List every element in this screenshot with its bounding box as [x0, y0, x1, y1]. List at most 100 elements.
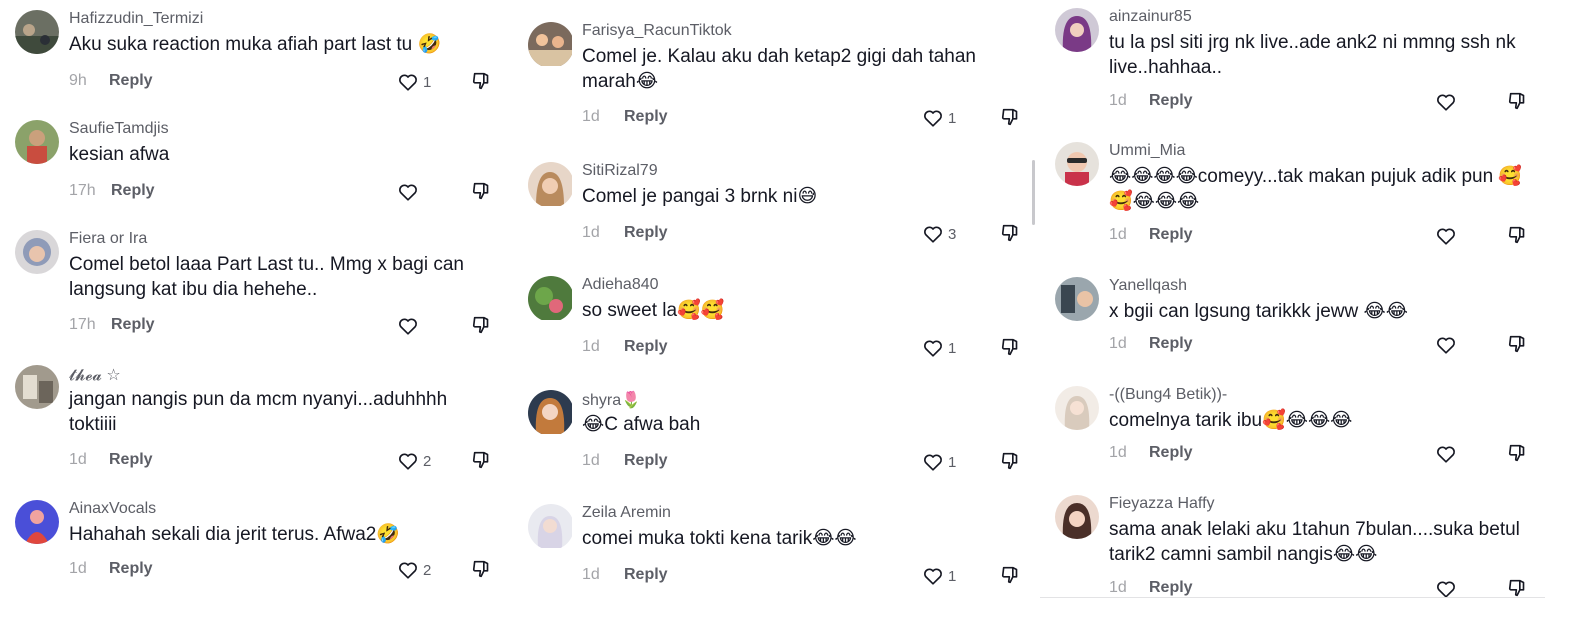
dislike-button[interactable]: [471, 314, 493, 336]
like-button[interactable]: 1: [922, 564, 956, 588]
scrollbar-thumb[interactable]: [1032, 160, 1035, 225]
dislike-button[interactable]: [1000, 222, 1022, 244]
reply-button[interactable]: Reply: [624, 224, 668, 242]
user-avatar[interactable]: [528, 22, 574, 68]
reply-button[interactable]: Reply: [111, 316, 155, 334]
like-button[interactable]: 2: [397, 449, 431, 473]
reply-button[interactable]: Reply: [624, 108, 668, 126]
like-button[interactable]: [1435, 442, 1461, 466]
comment-actions: 1d Reply: [1109, 335, 1539, 357]
reply-button[interactable]: Reply: [1149, 92, 1193, 110]
dislike-button[interactable]: [1507, 224, 1529, 246]
like-button[interactable]: 3: [922, 222, 956, 246]
dislike-button[interactable]: [1000, 564, 1022, 586]
user-avatar[interactable]: [1055, 386, 1099, 430]
reply-button[interactable]: Reply: [624, 338, 668, 356]
user-avatar[interactable]: [1055, 142, 1099, 186]
like-button[interactable]: [1435, 90, 1461, 114]
like-button[interactable]: [1435, 333, 1461, 357]
dislike-button[interactable]: [1000, 450, 1022, 472]
thumbs-down-icon: [472, 560, 489, 578]
comment-actions: 1d Reply 2: [69, 560, 495, 582]
like-button[interactable]: 1: [922, 106, 956, 130]
user-avatar[interactable]: [528, 162, 574, 208]
comment-username[interactable]: SaufieTamdjis: [69, 120, 169, 138]
reply-button[interactable]: Reply: [1149, 226, 1193, 244]
comment-time: 1d: [582, 452, 600, 469]
reply-button[interactable]: Reply: [624, 452, 668, 470]
comment-username[interactable]: Fieyazza Haffy: [1109, 495, 1215, 513]
user-avatar[interactable]: [15, 10, 59, 54]
user-avatar[interactable]: [528, 390, 574, 436]
comment-text: sama anak lelaki aku 1tahun 7bulan....su…: [1109, 519, 1520, 565]
comment-text: Comel betol laaa Part Last tu.. Mmg x ba…: [69, 254, 464, 300]
comment-username[interactable]: -((Bung4 Betik))-: [1109, 386, 1227, 404]
heart-outline-icon: [1437, 337, 1455, 354]
divider: [1040, 597, 1545, 598]
reply-button[interactable]: Reply: [109, 451, 153, 469]
dislike-button[interactable]: [1507, 90, 1529, 112]
dislike-button[interactable]: [471, 558, 493, 580]
comment-item: -((Bung4 Betik))- comelnya tarik ibu🥰😂😂😂…: [1055, 386, 1545, 476]
user-avatar[interactable]: [15, 365, 59, 409]
comment-username[interactable]: Adieha840: [582, 276, 659, 294]
like-button[interactable]: [397, 314, 423, 338]
comment-username[interactable]: Ummi_Mia: [1109, 142, 1185, 160]
user-avatar[interactable]: [1055, 277, 1099, 321]
like-button[interactable]: [1435, 224, 1461, 248]
user-avatar[interactable]: [1055, 8, 1099, 52]
heart-outline-icon: [924, 454, 942, 471]
comment-username[interactable]: AinaxVocals: [69, 500, 156, 518]
dislike-button[interactable]: [1507, 333, 1529, 355]
heart-outline-icon: [399, 562, 417, 579]
comment-username[interactable]: Fiera or Ira: [69, 230, 147, 248]
comment-column-2: Farisya_RacunTiktok Comel je. Kalau aku …: [528, 0, 1028, 633]
user-avatar[interactable]: [15, 230, 59, 274]
reply-button[interactable]: Reply: [1149, 444, 1193, 462]
comment-username[interactable]: 𝓽𝓱𝓮𝓪 ☆: [69, 365, 121, 385]
like-count: 1: [948, 453, 957, 471]
like-button[interactable]: 2: [397, 558, 431, 582]
comment-actions: 1d Reply: [1109, 226, 1539, 248]
user-avatar[interactable]: [1055, 495, 1099, 539]
comment-text: tu la psl siti jrg nk live..ade ank2 ni …: [1109, 32, 1516, 78]
thumbs-down-icon: [1001, 224, 1018, 242]
heart-outline-icon: [924, 110, 942, 127]
heart-outline-icon: [1437, 228, 1455, 245]
dislike-button[interactable]: [1000, 336, 1022, 358]
dislike-button[interactable]: [471, 180, 493, 202]
user-avatar[interactable]: [15, 120, 59, 164]
reply-button[interactable]: Reply: [109, 560, 153, 578]
comment-item: ainzainur85 tu la psl siti jrg nk live..…: [1055, 8, 1545, 118]
dislike-button[interactable]: [471, 449, 493, 471]
comment-username[interactable]: shyra🌷: [582, 390, 641, 410]
like-button[interactable]: [397, 180, 423, 204]
like-button[interactable]: 1: [922, 336, 956, 360]
comment-username[interactable]: SitiRizal79: [582, 162, 658, 180]
comment-username[interactable]: Yanellqash: [1109, 277, 1187, 295]
dislike-button[interactable]: [471, 70, 493, 92]
user-avatar[interactable]: [528, 276, 574, 322]
comment-username[interactable]: Zeila Aremin: [582, 504, 671, 522]
reply-button[interactable]: Reply: [1149, 579, 1193, 597]
reply-button[interactable]: Reply: [624, 566, 668, 584]
reply-button[interactable]: Reply: [109, 72, 153, 90]
dislike-button[interactable]: [1507, 442, 1529, 464]
comment-text: so sweet la🥰🥰: [582, 300, 725, 321]
dislike-button[interactable]: [1507, 577, 1529, 599]
like-button[interactable]: 1: [922, 450, 956, 474]
thumbs-down-icon: [1001, 108, 1018, 126]
dislike-button[interactable]: [1000, 106, 1022, 128]
thumbs-down-icon: [1001, 452, 1018, 470]
comment-time: 1d: [582, 566, 600, 583]
comment-username[interactable]: Farisya_RacunTiktok: [582, 22, 732, 40]
comment-username[interactable]: Hafizzudin_Termizi: [69, 10, 203, 28]
reply-button[interactable]: Reply: [1149, 335, 1193, 353]
comment-username[interactable]: ainzainur85: [1109, 8, 1192, 26]
reply-button[interactable]: Reply: [111, 182, 155, 200]
user-avatar[interactable]: [15, 500, 59, 544]
comment-time: 1d: [582, 338, 600, 355]
comment-item: AinaxVocals Hahahah sekali dia jerit ter…: [15, 500, 495, 590]
user-avatar[interactable]: [528, 504, 574, 550]
like-button[interactable]: 1: [397, 70, 431, 94]
